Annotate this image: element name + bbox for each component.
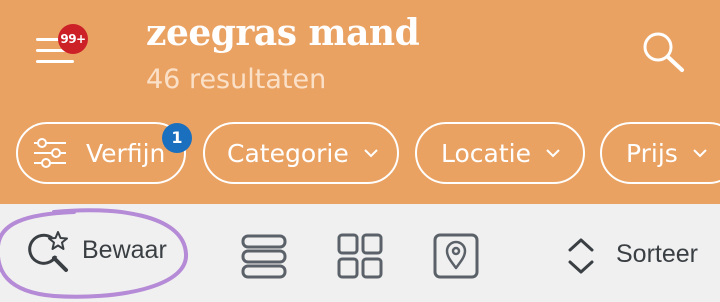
sort-button[interactable]: Sorteer — [566, 232, 716, 280]
save-label: Bewaar — [82, 236, 167, 264]
chevron-down-icon — [693, 149, 707, 158]
category-filter-chip[interactable]: Categorie — [203, 122, 399, 184]
magnifier-star-icon — [28, 231, 68, 272]
chevron-down-icon — [546, 149, 560, 158]
list-view-button[interactable] — [240, 232, 288, 280]
price-filter-chip[interactable]: Prijs — [600, 122, 720, 184]
results-count: 46 resultaten — [146, 64, 327, 95]
map-pin-icon — [433, 233, 479, 279]
hamburger-menu-icon — [36, 38, 60, 41]
sort-label: Sorteer — [616, 240, 698, 268]
category-label: Categorie — [227, 138, 349, 168]
chevron-down-icon — [364, 149, 378, 158]
refine-filter-chip[interactable]: Verfijn — [16, 122, 186, 184]
save-search-button[interactable]: Bewaar — [0, 204, 196, 300]
refine-count-badge: 1 — [162, 123, 192, 153]
results-toolbar: Bewaar Sorteer — [0, 204, 720, 300]
sort-updown-icon — [568, 238, 594, 274]
list-view-icon — [241, 234, 287, 279]
menu-bar — [36, 60, 74, 63]
grid-view-icon — [337, 233, 383, 279]
filter-bar: Verfijn Categorie Locatie Prijs — [0, 122, 720, 188]
search-icon — [643, 32, 684, 72]
refine-label: Verfijn — [86, 138, 166, 168]
map-view-button[interactable] — [432, 232, 480, 280]
notification-badge: 99+ — [58, 24, 88, 54]
location-filter-chip[interactable]: Locatie — [415, 122, 585, 184]
sliders-icon — [34, 138, 66, 168]
location-label: Locatie — [441, 138, 531, 168]
app-header: 99+ zeegras mand 46 resultaten Verfijn C… — [0, 0, 720, 204]
search-button[interactable] — [638, 28, 688, 78]
page-title: zeegras mand — [146, 12, 420, 54]
grid-view-button[interactable] — [336, 232, 384, 280]
price-label: Prijs — [626, 138, 678, 168]
